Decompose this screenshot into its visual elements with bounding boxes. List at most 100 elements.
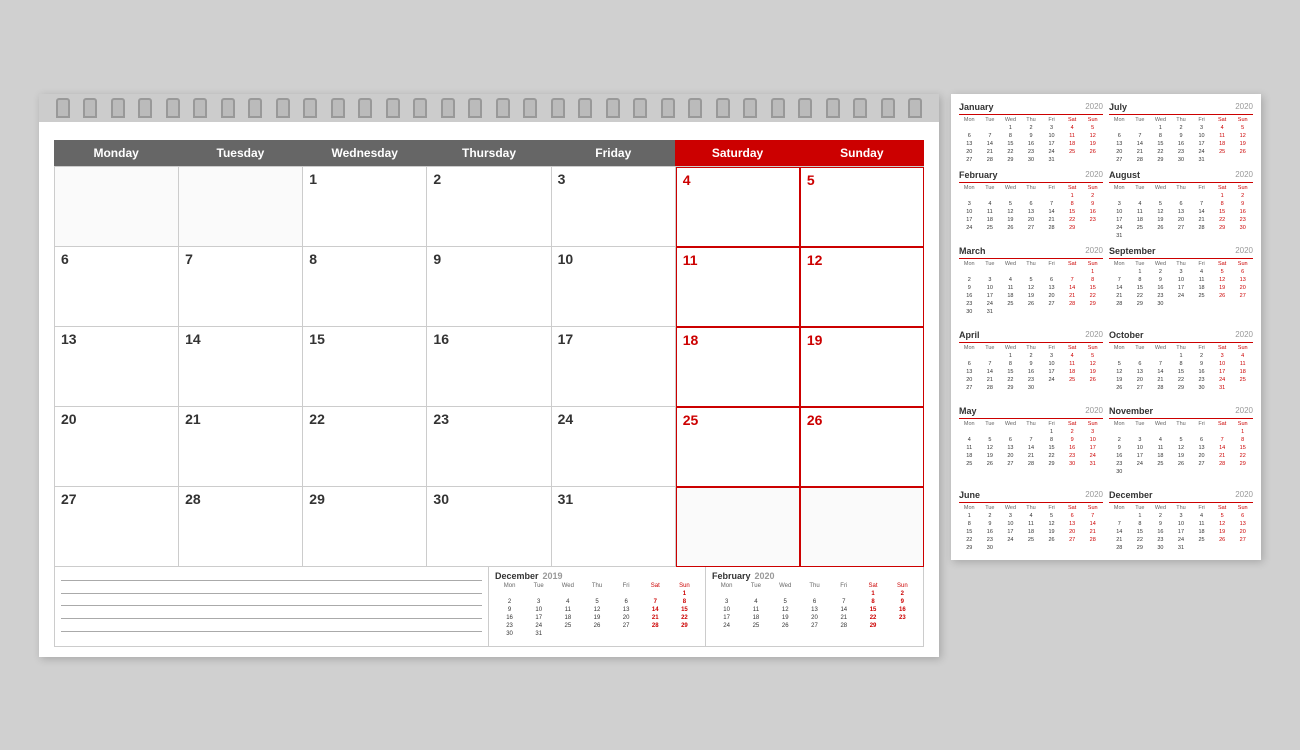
side-day: 15 (1000, 368, 1021, 376)
side-day: 12 (1082, 132, 1103, 140)
side-day: 21 (1191, 216, 1212, 224)
side-day: 29 (1212, 224, 1233, 232)
side-day: 6 (1130, 360, 1151, 368)
side-day: 13 (1000, 444, 1021, 452)
side-day-hdr: Thu (1171, 185, 1192, 191)
side-month-divider (959, 258, 1103, 259)
side-day: 29 (1000, 384, 1021, 392)
cal-day-11: 11 (676, 247, 800, 327)
side-day: 3 (1109, 200, 1130, 208)
side-day: 22 (1130, 536, 1151, 544)
side-day-hdr: Wed (1150, 261, 1171, 267)
cal-day-13: 13 (55, 327, 179, 407)
mini-day: 30 (495, 630, 524, 638)
side-month-divider (959, 182, 1103, 183)
side-day: 0 (1130, 192, 1151, 200)
side-day: 9 (1191, 360, 1212, 368)
side-day: 11 (1000, 284, 1021, 292)
side-day: 21 (1041, 216, 1062, 224)
side-month-december: December2020MonTueWedThuFriSatSun0123456… (1109, 490, 1253, 552)
side-day: 2 (959, 276, 980, 284)
side-day: 10 (1191, 132, 1212, 140)
side-day: 17 (980, 292, 1001, 300)
side-day: 23 (1021, 376, 1042, 384)
side-day: 0 (959, 352, 980, 360)
side-month-february: February2020MonTueWedThuFriSatSun0000012… (959, 170, 1103, 240)
side-day: 0 (1109, 192, 1130, 200)
side-day: 9 (1082, 200, 1103, 208)
spiral-tooth (688, 98, 702, 118)
mini-day: 18 (741, 614, 770, 622)
side-day-hdr: Sun (1082, 117, 1103, 123)
side-day-hdr: Sun (1232, 185, 1253, 191)
side-day: 23 (1150, 292, 1171, 300)
side-day: 25 (980, 224, 1001, 232)
side-day: 29 (959, 544, 980, 552)
side-day: 4 (1232, 352, 1253, 360)
side-day: 16 (1021, 140, 1042, 148)
side-day-hdr: Sat (1062, 421, 1083, 427)
side-day: 26 (1212, 536, 1233, 544)
day-header-tuesday: Tuesday (178, 140, 302, 166)
side-day: 23 (959, 300, 980, 308)
side-day: 26 (1150, 224, 1171, 232)
side-day-hdr: Sun (1082, 261, 1103, 267)
side-day: 8 (1041, 436, 1062, 444)
mini-day: 0 (553, 590, 582, 598)
side-day: 0 (1062, 156, 1083, 164)
day-number: 2 (433, 171, 544, 187)
side-day: 0 (959, 192, 980, 200)
side-day: 0 (1150, 192, 1171, 200)
side-day: 7 (980, 360, 1001, 368)
side-months-grid: January2020MonTueWedThuFriSatSun00123456… (959, 102, 1253, 552)
side-day: 8 (1082, 276, 1103, 284)
side-day: 28 (1082, 536, 1103, 544)
mini-day: 17 (524, 614, 553, 622)
side-day: 15 (1062, 208, 1083, 216)
side-day: 9 (959, 284, 980, 292)
side-day-hdr: Thu (1021, 505, 1042, 511)
cal-day-22: 22 (303, 407, 427, 487)
mini-day: 3 (712, 598, 741, 606)
side-day: 6 (1021, 200, 1042, 208)
side-day: 30 (1232, 224, 1253, 232)
side-month-march: March2020MonTueWedThuFriSatSun0000001234… (959, 246, 1103, 324)
side-day-hdr: Mon (1109, 505, 1130, 511)
mini-day: 26 (582, 622, 611, 630)
side-day: 24 (980, 300, 1001, 308)
side-month-year: 2020 (1235, 170, 1253, 179)
side-day: 21 (1130, 148, 1151, 156)
side-day: 7 (1021, 436, 1042, 444)
side-month-divider (1109, 502, 1253, 503)
mini-day: 16 (888, 606, 917, 614)
side-day-hdr: Mon (1109, 185, 1130, 191)
side-day: 5 (1021, 276, 1042, 284)
side-day: 21 (1150, 376, 1171, 384)
side-day-hdr: Thu (1171, 505, 1192, 511)
day-header-friday: Friday (551, 140, 675, 166)
side-day: 14 (1109, 284, 1130, 292)
side-day: 26 (980, 460, 1001, 468)
side-month-year: 2020 (1235, 330, 1253, 339)
side-day: 0 (1109, 352, 1130, 360)
side-day: 31 (1212, 384, 1233, 392)
page-wrapper: MondayTuesdayWednesdayThursdayFridaySatu… (19, 74, 1281, 677)
side-month-year: 2020 (1085, 170, 1103, 179)
side-day: 12 (1021, 284, 1042, 292)
side-month-name: December (1109, 490, 1153, 500)
side-month-divider (959, 502, 1103, 503)
side-day: 24 (1082, 452, 1103, 460)
side-day: 21 (1212, 452, 1233, 460)
side-day: 0 (1212, 300, 1233, 308)
side-day: 4 (1191, 512, 1212, 520)
side-day-hdr: Mon (959, 421, 980, 427)
side-day-hdr: Fri (1191, 421, 1212, 427)
spiral-tooth (468, 98, 482, 118)
side-day: 25 (1000, 300, 1021, 308)
side-day: 13 (1232, 520, 1253, 528)
side-month-name: January (959, 102, 994, 112)
side-day: 18 (1021, 528, 1042, 536)
side-month-year: 2020 (1085, 330, 1103, 339)
mini-day: 15 (858, 606, 887, 614)
side-day: 18 (1232, 368, 1253, 376)
